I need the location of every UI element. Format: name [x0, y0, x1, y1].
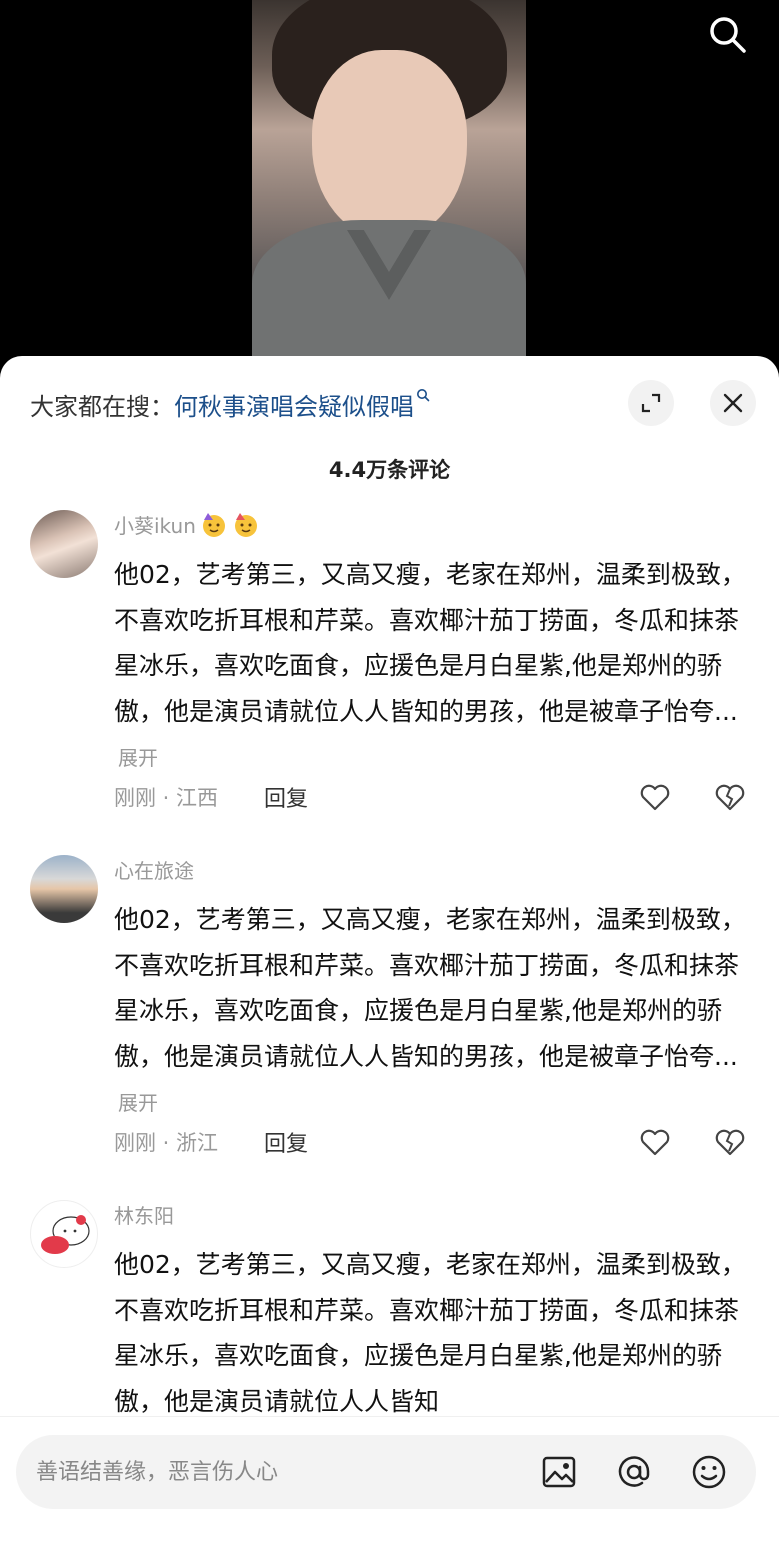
comment-body: 他02，艺考第三，又高又瘦，老家在郑州，温柔到极致，不喜欢吃折耳根和芹菜。喜欢椰…: [114, 1250, 746, 1416]
emoji-icon[interactable]: [690, 1453, 728, 1491]
at-mention-icon[interactable]: [615, 1453, 653, 1491]
comments-count-title: 4.4万条评论: [328, 458, 451, 482]
comment-text: 他02，艺考第三，又高又瘦，老家在郑州，温柔到极致，不喜欢吃折耳根和芹菜。喜欢椰…: [114, 897, 754, 1127]
search-icon: [416, 388, 430, 406]
expand-button[interactable]: [628, 380, 674, 426]
hot-search-term[interactable]: 何秋事演唱会疑似假唱: [174, 387, 414, 422]
comment-username[interactable]: 小葵ikun: [114, 510, 260, 539]
close-button[interactable]: [710, 380, 756, 426]
comment-username[interactable]: 林东阳: [114, 1200, 174, 1229]
comment-input-bar: [0, 1416, 779, 1553]
avatar[interactable]: [30, 510, 98, 578]
username-text: 小葵ikun: [114, 514, 196, 538]
broken-heart-icon[interactable]: [713, 1125, 747, 1159]
comments-sheet: 大家都在搜： 何秋事演唱会疑似假唱 4.4万条评论 小葵ikun 他02，艺考第…: [0, 356, 779, 1553]
comment-meta: 刚刚 · 江西: [114, 786, 219, 810]
expand-more-link[interactable]: 展开: [118, 1091, 158, 1115]
comment-body: 他02，艺考第三，又高又瘦，老家在郑州，温柔到极致，不喜欢吃折耳根和芹菜。喜欢椰…: [114, 905, 746, 1071]
reply-button[interactable]: 回复: [264, 781, 308, 813]
party-face-emoji: [232, 511, 260, 539]
search-icon[interactable]: [705, 12, 749, 56]
image-icon[interactable]: [540, 1453, 578, 1491]
username-text: 林东阳: [114, 1204, 174, 1228]
close-icon: [723, 393, 743, 413]
username-text: 心在旅途: [114, 859, 194, 883]
expand-more-link[interactable]: 展开: [118, 746, 158, 770]
broken-heart-icon[interactable]: [713, 780, 747, 814]
comment-text: 他02，艺考第三，又高又瘦，老家在郑州，温柔到极致，不喜欢吃折耳根和芹菜。喜欢椰…: [114, 552, 754, 782]
avatar[interactable]: [30, 855, 98, 923]
party-face-emoji: [200, 511, 228, 539]
comment-username[interactable]: 心在旅途: [114, 855, 194, 884]
avatar[interactable]: [30, 1200, 98, 1268]
hot-search-row[interactable]: 大家都在搜： 何秋事演唱会疑似假唱: [30, 384, 610, 424]
expand-icon: [641, 393, 661, 413]
video-player[interactable]: [0, 0, 779, 370]
comment-input[interactable]: [36, 1435, 516, 1509]
heart-icon[interactable]: [638, 1125, 672, 1159]
video-frame: [252, 0, 526, 370]
reply-button[interactable]: 回复: [264, 1126, 308, 1158]
comment-meta: 刚刚 · 浙江: [114, 1131, 219, 1155]
comment-body: 他02，艺考第三，又高又瘦，老家在郑州，温柔到极致，不喜欢吃折耳根和芹菜。喜欢椰…: [114, 560, 746, 726]
heart-icon[interactable]: [638, 780, 672, 814]
hot-search-prefix: 大家都在搜：: [30, 392, 174, 421]
comment-text: 他02，艺考第三，又高又瘦，老家在郑州，温柔到极致，不喜欢吃折耳根和芹菜。喜欢椰…: [114, 1242, 754, 1424]
comment-input-box[interactable]: [16, 1435, 756, 1509]
